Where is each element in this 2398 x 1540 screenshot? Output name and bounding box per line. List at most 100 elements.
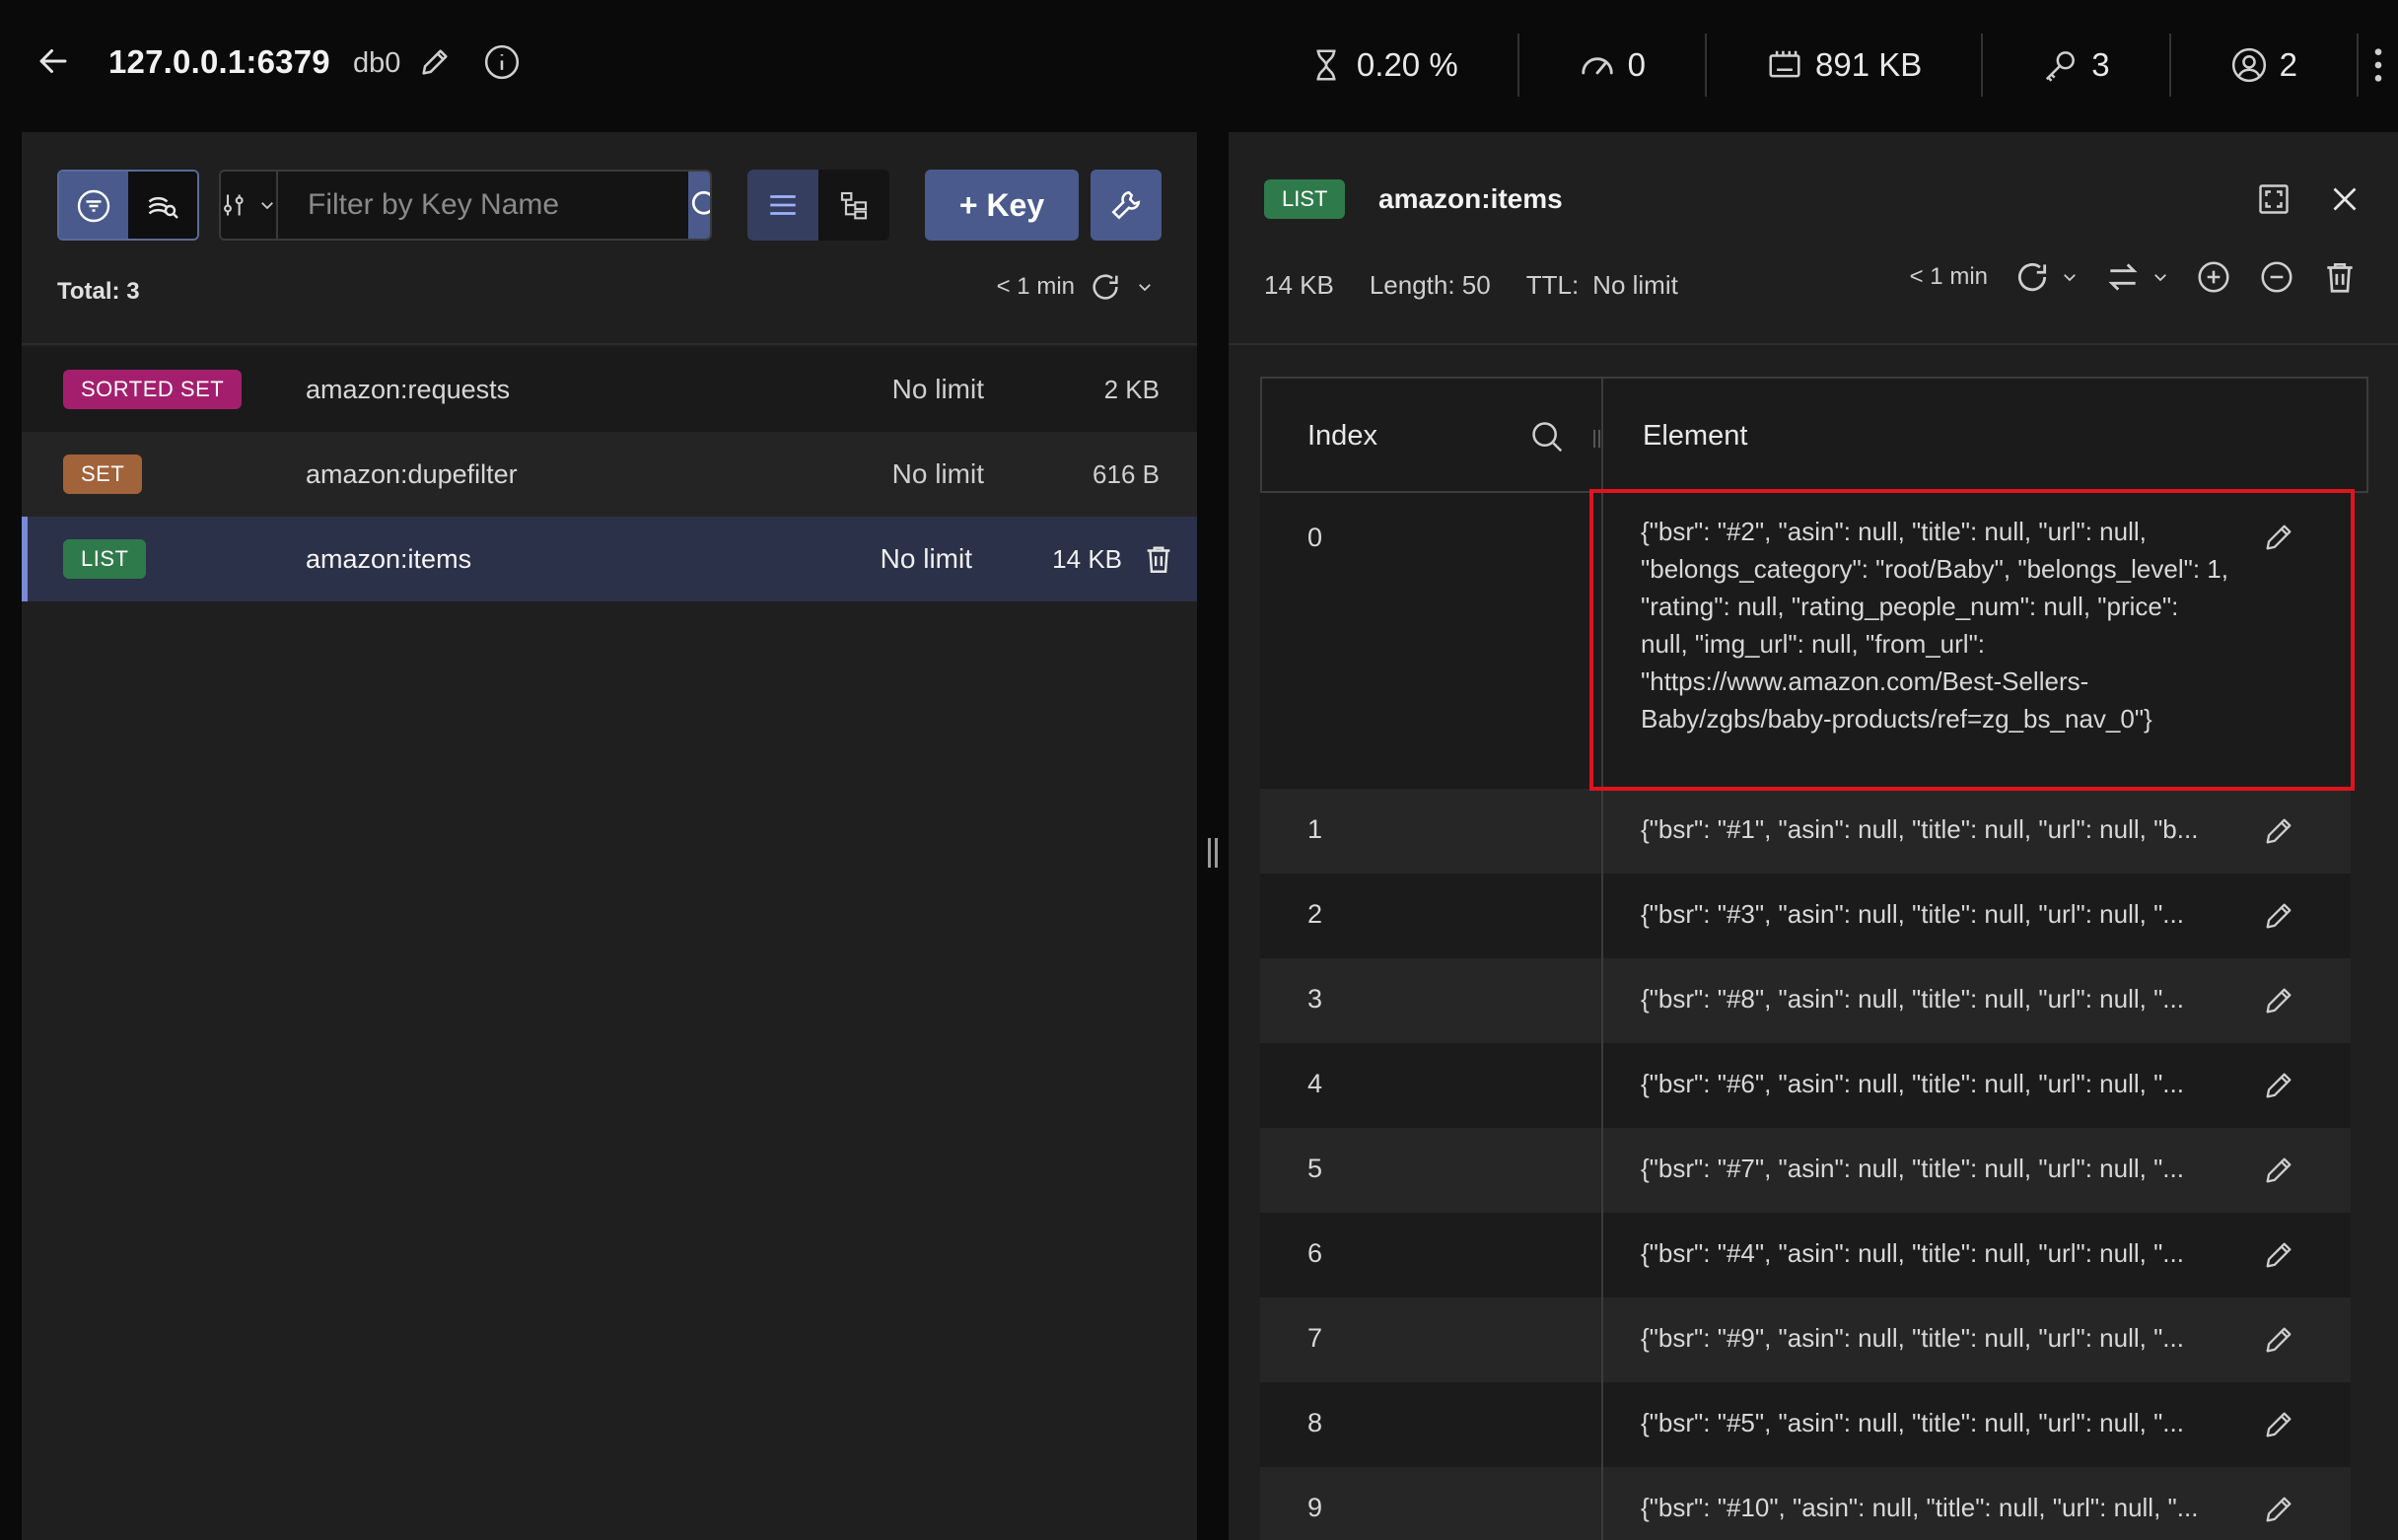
key-meta: 14 KB Length: 50 TTL: No limit <box>1264 270 1678 301</box>
stat-ops: 0 <box>1519 34 1708 97</box>
row-element-value[interactable]: {"bsr": "#2", "asin": null, "title": nul… <box>1641 513 2232 737</box>
wrench-icon <box>1111 190 1141 220</box>
tree-view-button[interactable] <box>818 170 889 241</box>
row-element-value[interactable]: {"bsr": "#5", "asin": null, "title": nul… <box>1641 1408 2213 1438</box>
fullscreen-icon[interactable] <box>2256 181 2292 217</box>
tree-icon <box>840 191 868 220</box>
row-element-value[interactable]: {"bsr": "#3", "asin": null, "title": nul… <box>1641 899 2213 930</box>
chevron-down-icon[interactable] <box>2061 268 2079 286</box>
key-filter-group <box>219 170 712 241</box>
pencil-icon[interactable] <box>2262 984 2295 1017</box>
stat-memory: 891 KB <box>1707 34 1984 97</box>
pencil-icon <box>422 49 448 75</box>
search-index-mode-button[interactable] <box>128 172 197 239</box>
bulk-actions-button[interactable] <box>1091 170 1162 241</box>
key-type-select[interactable] <box>221 172 278 239</box>
row-element-value[interactable]: {"bsr": "#10", "asin": null, "title": nu… <box>1641 1493 2213 1523</box>
row-index: 1 <box>1307 814 1323 844</box>
row-index: 0 <box>1307 523 1323 552</box>
pencil-icon[interactable] <box>2262 521 2295 554</box>
memory-icon <box>1769 50 1800 78</box>
pencil-icon[interactable] <box>2262 1408 2295 1441</box>
list-elements-table: Index Element 0 {"bsr": "#2", "asin": nu… <box>1260 377 2368 1540</box>
list-view-button[interactable] <box>747 170 818 241</box>
key-row[interactable]: SORTED SET amazon:requests No limit 2 KB <box>22 347 1197 432</box>
key-ttl: No limit <box>891 458 984 489</box>
table-row[interactable]: 3 {"bsr": "#8", "asin": null, "title": n… <box>1260 958 2351 1043</box>
pencil-icon[interactable] <box>2262 1154 2295 1187</box>
trash-icon[interactable] <box>2321 258 2359 296</box>
ttl-value[interactable]: No limit <box>1592 270 1678 301</box>
chevron-down-icon <box>261 202 273 210</box>
divider <box>22 343 1197 345</box>
key-row-selected[interactable]: LIST amazon:items No limit 14 KB <box>22 517 1197 601</box>
chevron-down-icon[interactable] <box>2151 268 2169 286</box>
table-row[interactable]: 0 {"bsr": "#2", "asin": null, "title": n… <box>1260 493 2351 789</box>
search-icon <box>691 190 710 215</box>
layers-search-icon <box>148 196 178 219</box>
key-type-badge: SORTED SET <box>63 370 243 409</box>
refresh-icon[interactable] <box>1089 270 1122 304</box>
table-header: Index Element <box>1260 377 2368 493</box>
row-index: 2 <box>1307 899 1323 929</box>
table-row[interactable]: 2 {"bsr": "#3", "asin": null, "title": n… <box>1260 874 2351 958</box>
more-options-button[interactable] <box>2359 34 2398 97</box>
table-row[interactable]: 8 {"bsr": "#5", "asin": null, "title": n… <box>1260 1382 2351 1467</box>
pencil-icon[interactable] <box>2262 814 2295 848</box>
stat-ops-value: 0 <box>1627 46 1647 83</box>
row-element-value[interactable]: {"bsr": "#4", "asin": null, "title": nul… <box>1641 1238 2213 1269</box>
row-element-value[interactable]: {"bsr": "#8", "asin": null, "title": nul… <box>1641 984 2213 1015</box>
total-keys-count: Total: 3 <box>57 278 140 305</box>
trash-icon[interactable] <box>1142 542 1175 576</box>
row-element-value[interactable]: {"bsr": "#9", "asin": null, "title": nul… <box>1641 1323 2213 1354</box>
table-row[interactable]: 6 {"bsr": "#4", "asin": null, "title": n… <box>1260 1213 2351 1297</box>
row-element-value[interactable]: {"bsr": "#1", "asin": null, "title": nul… <box>1641 814 2213 845</box>
pencil-icon[interactable] <box>2262 1323 2295 1357</box>
column-divider <box>1601 377 1603 1540</box>
info-icon <box>484 44 520 80</box>
remove-element-icon[interactable] <box>2258 258 2295 296</box>
back-button[interactable] <box>34 41 73 81</box>
search-icon[interactable] <box>1528 418 1566 455</box>
refresh-icon[interactable] <box>2013 258 2051 296</box>
stat-clients-value: 2 <box>2279 46 2297 83</box>
ttl-label: TTL: <box>1525 270 1580 300</box>
panel-resize-handle[interactable] <box>1205 838 1221 877</box>
list-layout-toggle <box>747 170 889 241</box>
row-index: 8 <box>1307 1408 1323 1437</box>
pencil-icon[interactable] <box>2262 1493 2295 1526</box>
search-button[interactable] <box>688 172 710 239</box>
sliders-icon <box>224 194 244 216</box>
format-swap-icon[interactable] <box>2104 258 2142 296</box>
key-actions: < 1 min <box>1910 258 2359 296</box>
add-element-icon[interactable] <box>2195 258 2232 296</box>
key-size: 14 KB <box>1052 543 1122 574</box>
key-name: amazon:items <box>306 543 472 574</box>
pencil-icon[interactable] <box>2262 1069 2295 1102</box>
row-index: 9 <box>1307 1493 1323 1522</box>
table-row[interactable]: 1 {"bsr": "#1", "asin": null, "title": n… <box>1260 789 2351 874</box>
pencil-icon[interactable] <box>2262 899 2295 933</box>
pencil-icon[interactable] <box>2262 1238 2295 1272</box>
key-size: 616 B <box>1093 458 1160 489</box>
table-row[interactable]: 9 {"bsr": "#10", "asin": null, "title": … <box>1260 1467 2351 1540</box>
edit-db-button[interactable] <box>418 45 452 79</box>
key-type-badge: SET <box>63 455 143 494</box>
key-name-title: amazon:items <box>1378 183 1563 214</box>
key-ttl: No limit <box>880 543 972 574</box>
close-icon[interactable] <box>2327 181 2363 217</box>
add-key-button[interactable]: + Key <box>925 170 1079 241</box>
filter-mode-button[interactable] <box>59 172 128 239</box>
table-row[interactable]: 5 {"bsr": "#7", "asin": null, "title": n… <box>1260 1128 2351 1213</box>
table-row[interactable]: 7 {"bsr": "#9", "asin": null, "title": n… <box>1260 1297 2351 1382</box>
key-filter-input[interactable] <box>278 172 688 239</box>
chevron-down-icon[interactable] <box>1136 278 1154 296</box>
row-element-value[interactable]: {"bsr": "#6", "asin": null, "title": nul… <box>1641 1069 2213 1099</box>
key-ttl: No limit <box>891 374 984 404</box>
key-list-refresh: < 1 min <box>997 270 1154 304</box>
row-element-value[interactable]: {"bsr": "#7", "asin": null, "title": nul… <box>1641 1154 2213 1184</box>
key-row[interactable]: SET amazon:dupefilter No limit 616 B <box>22 432 1197 517</box>
table-row[interactable]: 4 {"bsr": "#6", "asin": null, "title": n… <box>1260 1043 2351 1128</box>
arrow-left-icon <box>39 49 67 73</box>
database-info-button[interactable] <box>483 43 521 81</box>
